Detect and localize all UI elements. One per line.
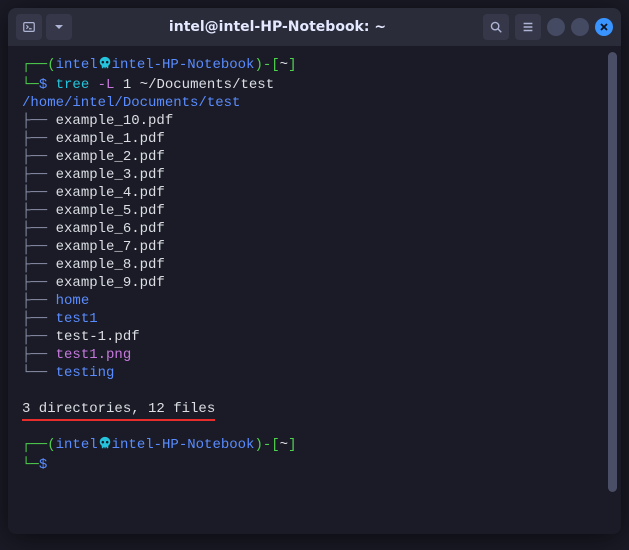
tree-item: example_2.pdf <box>56 149 165 165</box>
prompt-user: intel <box>56 57 98 73</box>
tree-item: example_9.pdf <box>56 275 165 291</box>
tree-item: testing <box>56 365 115 381</box>
prompt-host: intel-HP-Notebook <box>112 437 255 453</box>
red-underline <box>22 419 215 421</box>
prompt-host: intel-HP-Notebook <box>112 57 255 73</box>
tree-item: test-1.pdf <box>56 329 140 345</box>
terminal-area[interactable]: ┌──(intelintel-HP-Notebook)-[~] └─$ tree… <box>8 46 621 534</box>
minimize-button[interactable] <box>547 18 565 36</box>
prompt-cwd: ~ <box>280 437 288 453</box>
new-tab-dropdown[interactable] <box>46 14 72 40</box>
tree-item: example_4.pdf <box>56 185 165 201</box>
terminal-icon <box>22 20 36 34</box>
tree-item: test1.png <box>56 347 132 363</box>
skull-icon <box>98 436 112 456</box>
tree-item: example_1.pdf <box>56 131 165 147</box>
tree-item: example_8.pdf <box>56 257 165 273</box>
prompt-cwd: ~ <box>280 57 288 73</box>
skull-icon <box>98 56 112 76</box>
tree-summary: 3 directories, 12 files <box>22 401 215 417</box>
search-icon <box>489 20 503 34</box>
tree-item: example_10.pdf <box>56 113 174 129</box>
close-button[interactable] <box>595 18 613 36</box>
tree-item: home <box>56 293 90 309</box>
search-button[interactable] <box>483 14 509 40</box>
tree-item: example_5.pdf <box>56 203 165 219</box>
cmd-flag: -L <box>98 77 115 93</box>
tree-item: test1 <box>56 311 98 327</box>
scrollbar[interactable] <box>608 52 617 492</box>
hamburger-icon <box>521 20 535 34</box>
menu-button[interactable] <box>515 14 541 40</box>
tree-summary-wrap: 3 directories, 12 files <box>22 400 215 418</box>
close-icon <box>599 22 609 32</box>
titlebar: intel@intel-HP-Notebook: ~ <box>8 8 621 46</box>
cmd-arg: ~/Documents/test <box>140 77 274 93</box>
titlebar-left <box>16 14 72 40</box>
prompt-symbol: $ <box>39 77 47 93</box>
prompt-symbol: $ <box>39 457 47 473</box>
new-tab-button[interactable] <box>16 14 42 40</box>
chevron-down-icon <box>54 22 64 32</box>
tree-item: example_6.pdf <box>56 221 165 237</box>
window-title: intel@intel-HP-Notebook: ~ <box>78 19 477 35</box>
terminal-window: intel@intel-HP-Notebook: ~ ┌──(intelinte… <box>8 8 621 534</box>
titlebar-right <box>483 14 613 40</box>
tree-root: /home/intel/Documents/test <box>22 95 240 111</box>
terminal-output: ┌──(intelintel-HP-Notebook)-[~] └─$ tree… <box>22 56 607 474</box>
tree-item: example_3.pdf <box>56 167 165 183</box>
tree-item: example_7.pdf <box>56 239 165 255</box>
prompt-user: intel <box>56 437 98 453</box>
cmd-level: 1 <box>123 77 131 93</box>
maximize-button[interactable] <box>571 18 589 36</box>
cmd-name: tree <box>56 77 90 93</box>
